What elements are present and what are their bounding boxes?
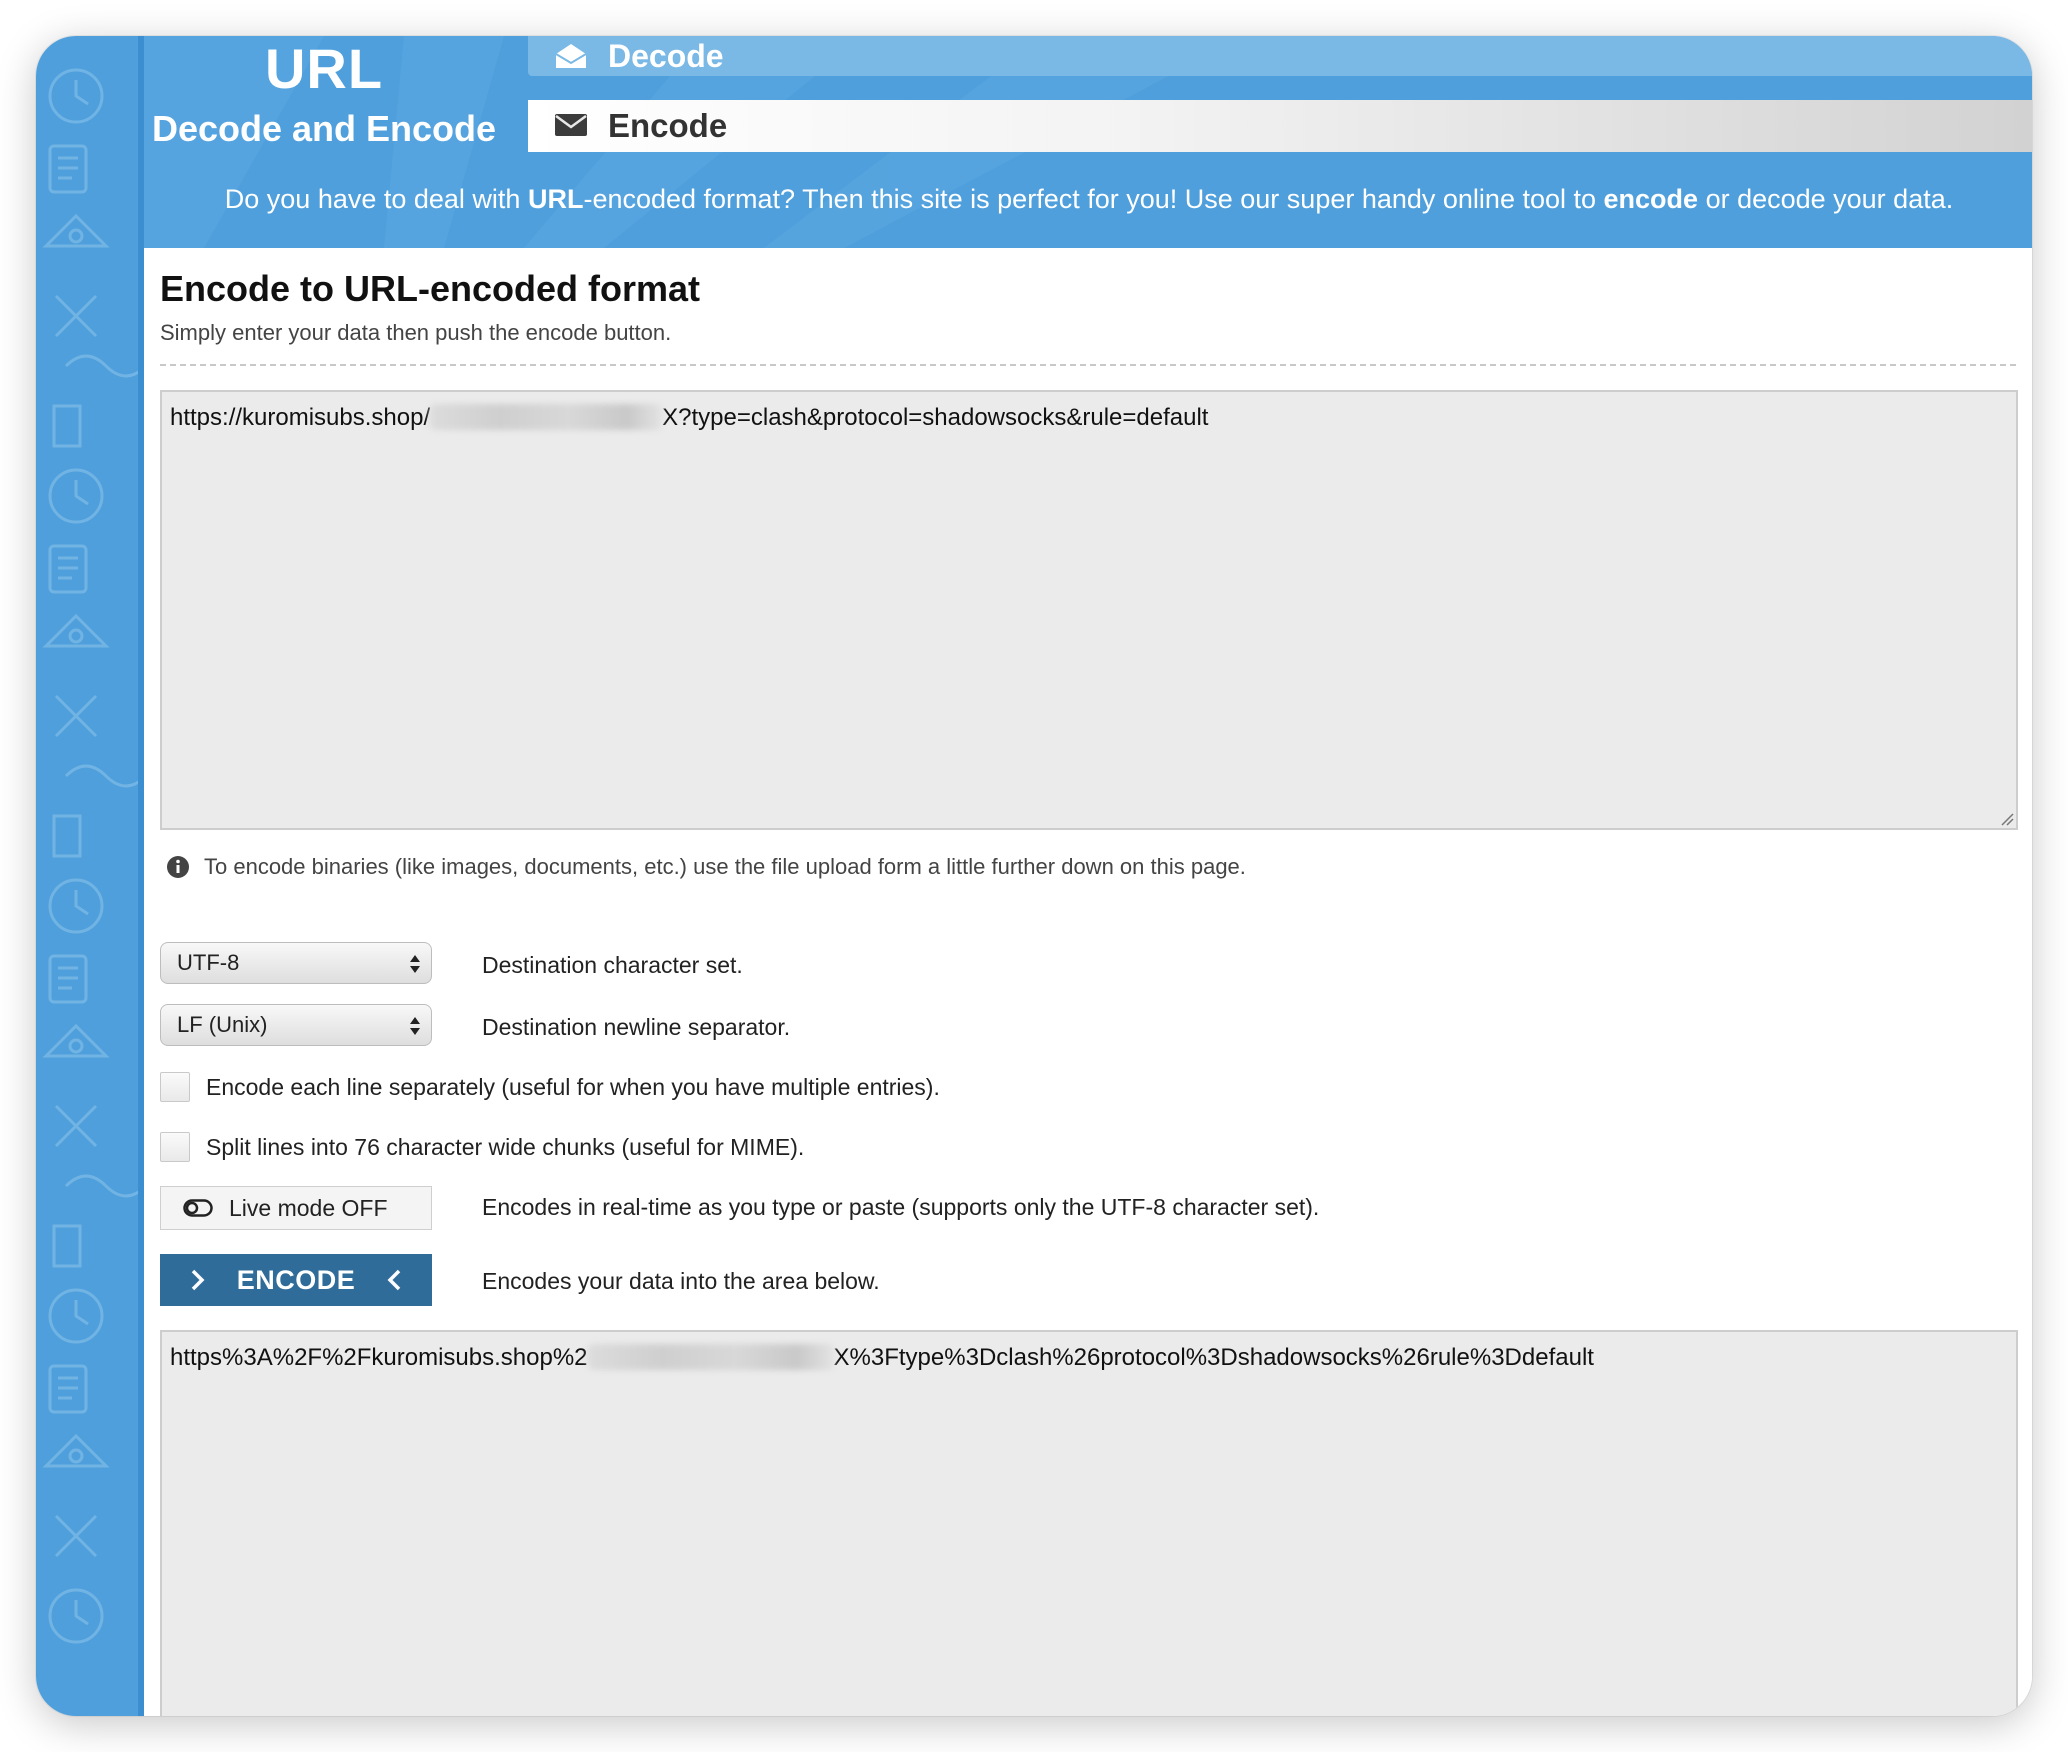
live-mode-button[interactable]: Live mode OFF — [160, 1186, 432, 1230]
info-icon — [167, 856, 189, 878]
envelope-icon — [554, 112, 588, 140]
tab-decode[interactable]: Decode — [528, 36, 2032, 76]
newline-select[interactable]: LF (Unix) — [160, 1004, 432, 1046]
binary-info-text: To encode binaries (like images, documen… — [204, 854, 1246, 879]
logo-title: URL — [264, 37, 384, 100]
input-textarea[interactable]: https://kuromisubs.shop/X?type=clash&pro… — [160, 390, 2018, 830]
chevron-left-icon — [387, 1269, 401, 1291]
resize-grip-icon[interactable] — [2000, 812, 2014, 826]
split-lines-checkbox[interactable] — [160, 1132, 190, 1162]
envelope-open-icon — [554, 42, 588, 70]
encode-description: Encodes your data into the area below. — [482, 1268, 880, 1294]
select-arrows-icon — [410, 955, 420, 973]
intro-text: Do you have to deal with URL-encoded for… — [224, 184, 1954, 214]
charset-value: UTF-8 — [177, 950, 240, 975]
newline-value: LF (Unix) — [177, 1012, 268, 1037]
output-text-suffix: X%3Ftype%3Dclash%26protocol%3Dshadowsock… — [833, 1344, 1594, 1371]
dashed-divider — [160, 364, 2016, 366]
main-content: Encode to URL-encoded format Simply ente… — [144, 248, 2032, 1716]
decorative-sidebar — [36, 36, 144, 1716]
live-mode-description: Encodes in real-time as you type or past… — [482, 1194, 1320, 1220]
tab-decode-label: Decode — [608, 37, 724, 74]
page-subtitle: Simply enter your data then push the enc… — [160, 320, 672, 345]
tab-encode-label: Encode — [608, 107, 728, 144]
redacted-segment — [430, 404, 663, 430]
encode-each-line-label[interactable]: Encode each line separately (useful for … — [206, 1074, 940, 1101]
page-title: Encode to URL-encoded format — [160, 268, 701, 309]
toggle-off-icon — [183, 1199, 213, 1217]
output-text-prefix: https%3A%2F%2Fkuromisubs.shop%2 — [170, 1344, 588, 1371]
charset-label: Destination character set. — [482, 952, 743, 978]
redacted-segment — [587, 1344, 834, 1370]
tab-encode[interactable]: Encode — [528, 100, 2032, 152]
live-mode-label: Live mode OFF — [229, 1194, 388, 1221]
encode-button[interactable]: ENCODE — [160, 1254, 432, 1306]
chevron-right-icon — [191, 1269, 205, 1291]
browser-window: URL Decode and Encode Decode Encode Do y… — [36, 36, 2032, 1716]
encode-button-label: ENCODE — [236, 1264, 356, 1295]
input-text-suffix: X?type=clash&protocol=shadowsocks&rule=d… — [662, 404, 1209, 431]
select-arrows-icon — [410, 1017, 420, 1035]
site-header: URL Decode and Encode Decode Encode Do y… — [144, 36, 2032, 248]
binary-info: To encode binaries (like images, documen… — [166, 854, 1246, 880]
doodle-pattern-icon — [42, 68, 144, 1644]
output-textarea[interactable]: https%3A%2F%2Fkuromisubs.shop%2 X%3Ftype%… — [160, 1330, 2018, 1716]
newline-label: Destination newline separator. — [482, 1014, 791, 1040]
encode-each-line-checkbox[interactable] — [160, 1072, 190, 1102]
input-text-prefix: https://kuromisubs.shop/ — [170, 404, 431, 431]
split-lines-label[interactable]: Split lines into 76 character wide chunk… — [206, 1134, 804, 1161]
logo-subtitle: Decode and Encode — [151, 108, 497, 149]
charset-select[interactable]: UTF-8 — [160, 942, 432, 984]
